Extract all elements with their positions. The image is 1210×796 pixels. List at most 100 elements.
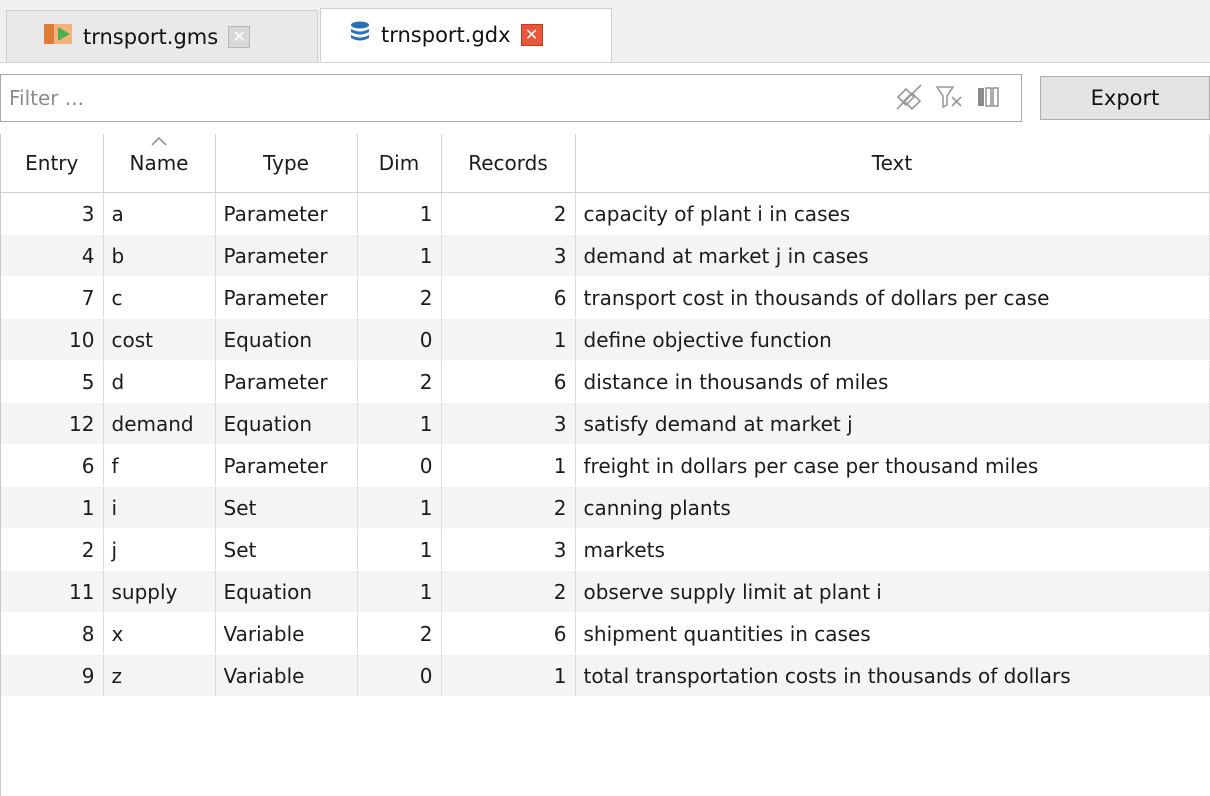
cell-entry: 2 — [1, 528, 104, 571]
cell-records: 2 — [441, 570, 576, 613]
table-header-row: Entry Name Type Dim Records Text — [1, 134, 1210, 193]
cell-records: 6 — [441, 276, 576, 319]
symbol-table-container: Entry Name Type Dim Records Text 3 a Par… — [0, 134, 1210, 796]
cell-type: Parameter — [215, 234, 358, 277]
table-row[interactable]: 11 supply Equation 1 2 observe supply li… — [1, 570, 1210, 613]
close-tab-icon[interactable]: ✕ — [520, 24, 543, 46]
cell-name: z — [103, 654, 216, 697]
cell-text: demand at market j in cases — [575, 234, 1210, 277]
tab-label: trnsport.gdx — [381, 23, 511, 47]
database-icon — [349, 20, 371, 51]
cell-entry: 6 — [1, 444, 104, 487]
cell-type: Variable — [215, 654, 358, 697]
cell-records: 3 — [441, 402, 576, 445]
gdx-viewer-window: trnsport.gms ✕ trnsport.gdx ✕ Filter ...… — [0, 0, 1210, 796]
column-header-text[interactable]: Text — [575, 134, 1210, 193]
cell-text: freight in dollars per case per thousand… — [575, 444, 1210, 487]
column-header-records[interactable]: Records — [441, 134, 576, 193]
gams-model-icon — [43, 22, 73, 51]
tab-trnsport-gdx[interactable]: trnsport.gdx ✕ — [320, 8, 612, 62]
column-header-type[interactable]: Type — [215, 134, 358, 193]
cell-entry: 7 — [1, 276, 104, 319]
filter-bar: Export — [0, 72, 1210, 128]
cell-text: capacity of plant i in cases — [575, 192, 1210, 235]
table-row[interactable]: 10 cost Equation 0 1 define objective fu… — [1, 318, 1210, 361]
cell-type: Parameter — [215, 444, 358, 487]
cell-dim: 1 — [357, 234, 442, 277]
cell-text: total transportation costs in thousands … — [575, 654, 1210, 697]
cell-entry: 5 — [1, 360, 104, 403]
column-header-entry[interactable]: Entry — [1, 134, 104, 193]
editor-tab-bar: trnsport.gms ✕ trnsport.gdx ✕ — [0, 0, 1210, 63]
cell-name: d — [103, 360, 216, 403]
cell-type: Equation — [215, 318, 358, 361]
cell-type: Parameter — [215, 360, 358, 403]
cell-dim: 1 — [357, 192, 442, 235]
cell-dim: 1 — [357, 528, 442, 571]
cell-dim: 1 — [357, 570, 442, 613]
cell-dim: 0 — [357, 318, 442, 361]
table-row[interactable]: 6 f Parameter 0 1 freight in dollars per… — [1, 444, 1210, 487]
cell-name: f — [103, 444, 216, 487]
cell-dim: 2 — [357, 360, 442, 403]
close-tab-icon[interactable]: ✕ — [228, 25, 251, 48]
cell-records: 1 — [441, 654, 576, 697]
table-row[interactable]: 3 a Parameter 1 2 capacity of plant i in… — [1, 192, 1210, 235]
tab-trnsport-gms[interactable]: trnsport.gms ✕ — [6, 10, 318, 62]
cell-type: Parameter — [215, 276, 358, 319]
cell-entry: 3 — [1, 192, 104, 235]
hide-empty-icon[interactable] — [893, 82, 925, 112]
cell-name: demand — [103, 402, 216, 445]
cell-entry: 9 — [1, 654, 104, 697]
cell-text: define objective function — [575, 318, 1210, 361]
cell-type: Equation — [215, 402, 358, 445]
table-row[interactable]: 1 i Set 1 2 canning plants — [1, 486, 1210, 529]
column-header-name[interactable]: Name — [103, 134, 216, 193]
cell-text: distance in thousands of miles — [575, 360, 1210, 403]
cell-text: satisfy demand at market j — [575, 402, 1210, 445]
table-row[interactable]: 9 z Variable 0 1 total transportation co… — [1, 654, 1210, 697]
cell-records: 2 — [441, 192, 576, 235]
table-row[interactable]: 12 demand Equation 1 3 satisfy demand at… — [1, 402, 1210, 445]
clear-filter-icon[interactable] — [933, 82, 965, 112]
table-row[interactable]: 8 x Variable 2 6 shipment quantities in … — [1, 612, 1210, 655]
cell-name: a — [103, 192, 216, 235]
cell-name: supply — [103, 570, 216, 613]
cell-dim: 0 — [357, 444, 442, 487]
cell-records: 3 — [441, 528, 576, 571]
cell-dim: 2 — [357, 276, 442, 319]
table-row[interactable]: 2 j Set 1 3 markets — [1, 528, 1210, 571]
cell-name: c — [103, 276, 216, 319]
column-header-dim[interactable]: Dim — [357, 134, 442, 193]
cell-entry: 8 — [1, 612, 104, 655]
cell-name: i — [103, 486, 216, 529]
tab-label: trnsport.gms — [83, 24, 219, 49]
export-button[interactable]: Export — [1040, 76, 1210, 120]
cell-dim: 2 — [357, 612, 442, 655]
cell-text: canning plants — [575, 486, 1210, 529]
cell-records: 1 — [441, 444, 576, 487]
cell-records: 6 — [441, 360, 576, 403]
table-row[interactable]: 7 c Parameter 2 6 transport cost in thou… — [1, 276, 1210, 319]
cell-type: Set — [215, 528, 358, 571]
cell-type: Equation — [215, 570, 358, 613]
cell-records: 6 — [441, 612, 576, 655]
table-row[interactable]: 5 d Parameter 2 6 distance in thousands … — [1, 360, 1210, 403]
column-header-label: Name — [129, 151, 189, 175]
cell-text: transport cost in thousands of dollars p… — [575, 276, 1210, 319]
cell-dim: 1 — [357, 402, 442, 445]
cell-records: 2 — [441, 486, 576, 529]
table-row[interactable]: 4 b Parameter 1 3 demand at market j in … — [1, 234, 1210, 277]
cell-dim: 0 — [357, 654, 442, 697]
cell-entry: 10 — [1, 318, 104, 361]
sort-ascending-icon — [151, 136, 167, 146]
cell-name: b — [103, 234, 216, 277]
symbol-table: Entry Name Type Dim Records Text 3 a Par… — [1, 134, 1210, 697]
cell-name: x — [103, 612, 216, 655]
filter-tools — [893, 82, 1005, 112]
filter-input[interactable] — [0, 74, 1022, 122]
cell-entry: 4 — [1, 234, 104, 277]
column-toggle-icon[interactable] — [973, 82, 1005, 112]
cell-type: Set — [215, 486, 358, 529]
cell-records: 1 — [441, 318, 576, 361]
